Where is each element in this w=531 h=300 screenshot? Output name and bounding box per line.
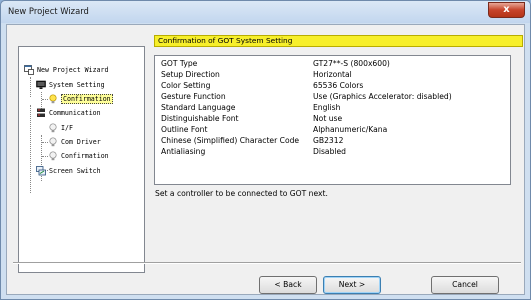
cancel-button-label: Cancel bbox=[452, 280, 478, 289]
tree-item-system-confirmation[interactable]: Confirmation bbox=[48, 92, 113, 106]
tree-item-com-driver[interactable]: Com Driver bbox=[48, 135, 101, 149]
back-button-label: < Back bbox=[274, 280, 302, 289]
next-button-label: Next > bbox=[338, 280, 366, 289]
setting-name: GOT Type bbox=[161, 59, 198, 68]
settings-summary-box: GOT Type GT27**-S (800x600) Setup Direct… bbox=[154, 55, 511, 185]
setting-name: Gesture Function bbox=[161, 92, 226, 101]
tree-connector bbox=[30, 105, 31, 193]
settings-row: Standard Language English bbox=[161, 103, 506, 113]
wizard-step-tree: New Project Wizard System Setting Confir… bbox=[18, 46, 145, 273]
tree-item-label: Confirmation bbox=[61, 94, 113, 104]
settings-row: Antialiasing Disabled bbox=[161, 147, 506, 157]
settings-row: Outline Font Alphanumeric/Kana bbox=[161, 125, 506, 135]
tree-item-label: System Setting bbox=[49, 81, 105, 89]
page-title: Confirmation of GOT System Setting bbox=[154, 35, 523, 47]
setting-value: Not use bbox=[313, 114, 343, 123]
setting-name: Distinguishable Font bbox=[161, 114, 239, 123]
button-divider bbox=[13, 262, 521, 264]
next-button[interactable]: Next > bbox=[323, 276, 381, 294]
tree-item-screen-switch[interactable]: Screen Switch bbox=[36, 164, 101, 178]
lightbulb-icon bbox=[49, 137, 57, 147]
tree-item-label: Screen Switch bbox=[49, 167, 101, 175]
lightbulb-icon bbox=[49, 123, 57, 133]
setting-name: Chinese (Simplified) Character Code bbox=[161, 136, 300, 145]
settings-row: GOT Type GT27**-S (800x600) bbox=[161, 59, 506, 69]
lightbulb-icon bbox=[49, 94, 57, 104]
tree-item-communication[interactable]: Communication bbox=[36, 106, 101, 120]
setting-name: Outline Font bbox=[161, 125, 208, 134]
next-step-message: Set a controller to be connected to GOT … bbox=[155, 189, 328, 198]
cancel-button[interactable]: Cancel bbox=[431, 276, 499, 294]
setting-name: Antialiasing bbox=[161, 147, 206, 156]
tree-item-communication-confirmation[interactable]: Confirmation bbox=[48, 149, 109, 163]
setting-name: Setup Direction bbox=[161, 70, 220, 79]
setting-name: Standard Language bbox=[161, 103, 236, 112]
tree-item-label: Communication bbox=[49, 109, 101, 117]
setting-value: GT27**-S (800x600) bbox=[313, 59, 390, 68]
setting-value: Alphanumeric/Kana bbox=[313, 125, 388, 134]
tree-item-system-setting[interactable]: System Setting bbox=[36, 78, 105, 92]
close-button[interactable]: x bbox=[488, 2, 525, 18]
back-button[interactable]: < Back bbox=[259, 276, 317, 294]
window-title: New Project Wizard bbox=[8, 6, 89, 16]
tree-item-label: Confirmation bbox=[61, 152, 109, 160]
setting-value: English bbox=[313, 103, 341, 112]
screen-switch-icon bbox=[36, 166, 46, 176]
setting-name: Color Setting bbox=[161, 81, 211, 90]
tree-connector bbox=[30, 77, 31, 97]
lightbulb-icon bbox=[49, 151, 57, 161]
setting-value: Disabled bbox=[313, 147, 346, 156]
tree-item-new-project-wizard[interactable]: New Project Wizard bbox=[24, 63, 108, 77]
setting-value: GB2312 bbox=[313, 136, 344, 145]
settings-row: Chinese (Simplified) Character Code GB23… bbox=[161, 136, 506, 146]
setting-value: 65536 Colors bbox=[313, 81, 364, 90]
settings-row: Color Setting 65536 Colors bbox=[161, 81, 506, 91]
close-icon: x bbox=[503, 4, 510, 15]
tree-item-label: Com Driver bbox=[61, 138, 101, 146]
wizard-client-area: New Project Wizard System Setting Confir… bbox=[6, 24, 525, 295]
settings-row: Setup Direction Horizontal bbox=[161, 70, 506, 80]
title-bar[interactable]: New Project Wizard x bbox=[1, 1, 530, 23]
project-icon bbox=[24, 65, 34, 75]
setting-value: Horizontal bbox=[313, 70, 352, 79]
settings-row: Gesture Function Use (Graphics Accelerat… bbox=[161, 92, 506, 102]
setting-value: Use (Graphics Accelerator: disabled) bbox=[313, 92, 452, 101]
network-icon bbox=[37, 108, 45, 117]
tree-item-label: I/F bbox=[61, 124, 73, 132]
tree-item-label: New Project Wizard bbox=[37, 66, 109, 74]
monitor-icon bbox=[36, 80, 46, 89]
tree-item-if[interactable]: I/F bbox=[48, 121, 73, 135]
settings-row: Distinguishable Font Not use bbox=[161, 114, 506, 124]
wizard-window: New Project Wizard x New Project Wizard bbox=[0, 0, 531, 300]
